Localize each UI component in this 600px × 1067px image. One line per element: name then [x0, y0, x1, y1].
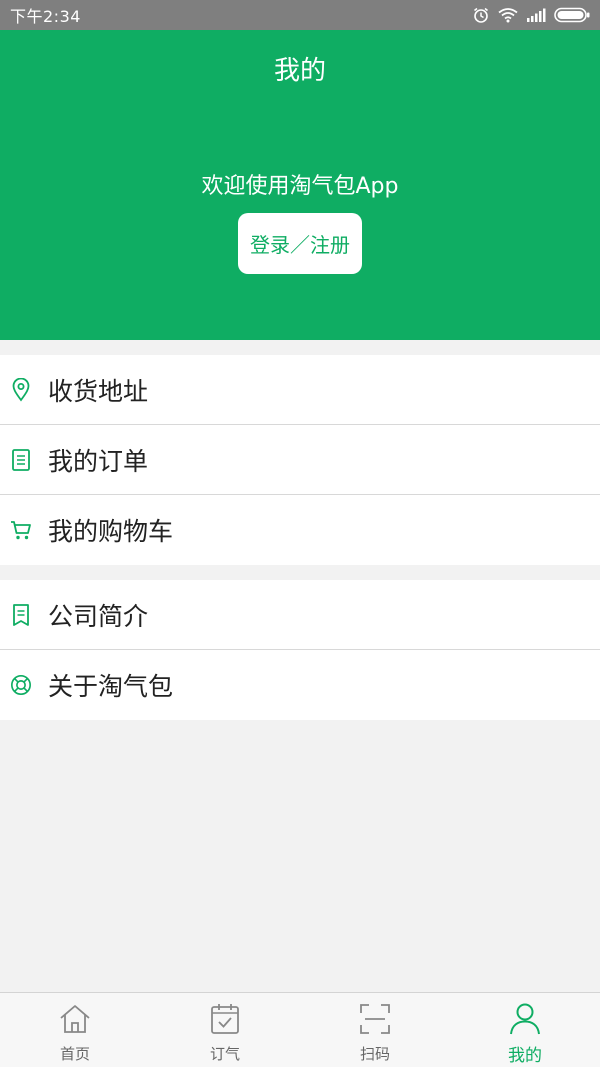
- tab-home[interactable]: 首页: [0, 993, 150, 1067]
- alarm-icon: [474, 7, 488, 23]
- login-register-button[interactable]: 登录／注册: [238, 213, 362, 274]
- order-list-icon: [10, 448, 32, 472]
- bottom-tab-bar: 首页 订气 扫码 我的: [0, 992, 600, 1067]
- user-icon: [507, 1001, 543, 1037]
- tab-label: 订气: [209, 1045, 240, 1063]
- tab-order-gas[interactable]: 订气: [150, 993, 300, 1067]
- menu-group-info: 公司简介 关于淘气包: [0, 580, 600, 720]
- menu-item-shopping-cart[interactable]: 我的购物车: [0, 495, 600, 565]
- signal-icon: [527, 8, 546, 22]
- tab-profile[interactable]: 我的: [450, 993, 600, 1067]
- wifi-icon: [498, 8, 518, 23]
- welcome-text: 欢迎使用淘气包App: [201, 174, 399, 199]
- menu-item-shipping-address[interactable]: 收货地址: [0, 355, 600, 425]
- location-pin-icon: [10, 377, 32, 402]
- menu-item-my-orders[interactable]: 我的订单: [0, 425, 600, 495]
- status-icons: [472, 6, 590, 24]
- shopping-cart-icon: [10, 518, 32, 542]
- menu-item-label: 我的购物车: [48, 517, 174, 546]
- profile-header: 我的 欢迎使用淘气包App 登录／注册: [0, 30, 600, 340]
- lifebuoy-icon: [10, 673, 32, 697]
- menu-item-label: 收货地址: [48, 376, 149, 406]
- menu-item-label: 关于淘气包: [48, 672, 174, 701]
- home-icon: [57, 1001, 93, 1037]
- tab-label: 我的: [508, 1046, 542, 1066]
- status-bar: 下午2:34: [0, 0, 600, 30]
- menu-group-account: 收货地址 我的订单 我的购物车: [0, 355, 600, 565]
- battery-icon: [554, 7, 590, 23]
- menu-item-label: 公司简介: [48, 601, 149, 631]
- tab-scan[interactable]: 扫码: [300, 993, 450, 1067]
- bookmark-doc-icon: [10, 603, 32, 627]
- menu-item-about[interactable]: 关于淘气包: [0, 650, 600, 720]
- menu-item-company-profile[interactable]: 公司简介: [0, 580, 600, 650]
- calendar-check-icon: [207, 1001, 243, 1037]
- page-title: 我的: [273, 56, 326, 86]
- tab-label: 扫码: [359, 1045, 390, 1063]
- scan-icon: [357, 1001, 393, 1037]
- menu-item-label: 我的订单: [48, 446, 149, 476]
- status-time: 下午2:34: [10, 7, 81, 26]
- tab-label: 首页: [59, 1045, 90, 1063]
